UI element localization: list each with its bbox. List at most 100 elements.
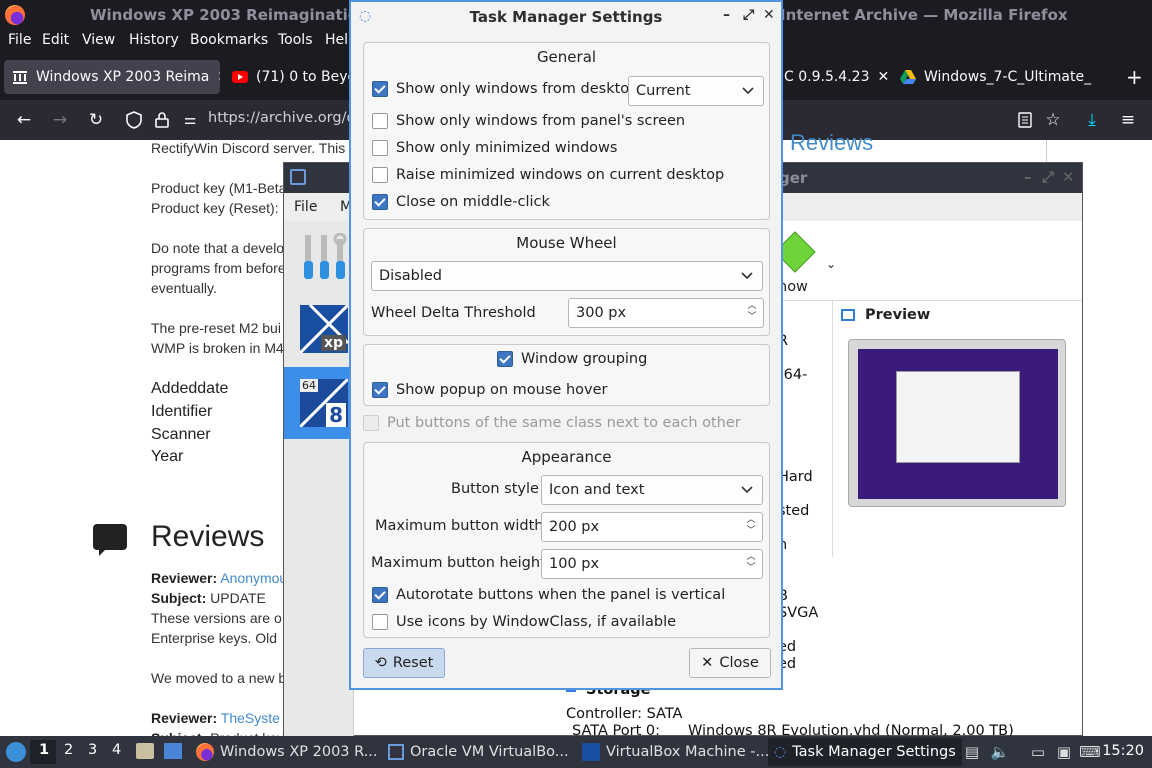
- review-body: We moved to a new b: [151, 670, 287, 686]
- max-width-label: Maximum button width: [375, 518, 544, 534]
- button-style-label: Button style: [451, 481, 539, 497]
- maximize-icon[interactable]: ⤢: [743, 7, 754, 23]
- keyboard-icon[interactable]: ⌨: [1079, 742, 1101, 762]
- task-task-manager-settings[interactable]: ◌ Task Manager Settings: [768, 738, 962, 766]
- lock-icon[interactable]: [150, 108, 174, 132]
- show-minimized-row[interactable]: Show only minimized windows: [372, 140, 617, 156]
- download-icon[interactable]: ⤓: [1080, 108, 1104, 132]
- spin-arrows-icon[interactable]: ︿ ﹀: [745, 301, 759, 325]
- workspace-3[interactable]: 3: [88, 742, 97, 758]
- window-grouping-label: Window grouping: [521, 351, 648, 367]
- workspace-1[interactable]: 1: [39, 742, 49, 758]
- close-icon[interactable]: ✕: [877, 69, 888, 85]
- tab-windows-xp[interactable]: Windows XP 2003 Reima ✕: [4, 60, 220, 94]
- autorotate-row[interactable]: Autorotate buttons when the panel is ver…: [372, 587, 725, 603]
- file-manager-icon[interactable]: [136, 743, 154, 759]
- youtube-icon: [232, 69, 248, 85]
- minimize-icon[interactable]: –: [1024, 168, 1032, 186]
- appearance-title: Appearance: [521, 448, 612, 466]
- mouse-wheel-combo[interactable]: Disabled: [371, 261, 763, 291]
- forward-arrow-icon[interactable]: →: [48, 108, 72, 132]
- autorotate-checkbox[interactable]: [372, 587, 388, 603]
- wheel-delta-spinbox[interactable]: 300 px ︿ ﹀: [568, 298, 764, 328]
- start-menu-icon[interactable]: [6, 742, 26, 762]
- url-bar[interactable]: https://archive.org/d: [208, 110, 356, 126]
- menu-view[interactable]: View: [82, 32, 115, 48]
- max-width-spinbox[interactable]: 200 px ︿ ﹀: [541, 512, 763, 542]
- reload-icon[interactable]: ↻: [84, 108, 108, 132]
- show-popup-checkbox[interactable]: [372, 382, 388, 398]
- tab-windows7[interactable]: Windows_7-C_Ultimate_: [892, 60, 1092, 94]
- description-line: RectifyWin Discord server. This: [151, 140, 346, 156]
- task-virtualbox-machine[interactable]: VirtualBox Machine -...: [576, 738, 775, 766]
- preview-setup-dialog: [896, 371, 1020, 463]
- undo-icon: ⟲: [374, 655, 387, 671]
- task-firefox[interactable]: Windows XP 2003 R...: [190, 738, 384, 766]
- shield-icon[interactable]: [122, 108, 146, 132]
- menu-edit[interactable]: Edit: [42, 32, 69, 48]
- autorotate-label: Autorotate buttons when the panel is ver…: [396, 587, 726, 603]
- max-height-spinbox[interactable]: 100 px ︿ ﹀: [541, 549, 763, 579]
- raise-minimized-row[interactable]: Raise minimized windows on current deskt…: [372, 167, 724, 183]
- menu-history[interactable]: History: [129, 32, 179, 48]
- menu-file[interactable]: File: [8, 32, 31, 48]
- hamburger-menu-icon[interactable]: ≡: [1116, 108, 1140, 132]
- show-only-desktop-checkbox[interactable]: [372, 81, 388, 97]
- tab-rectify[interactable]: C 0.9.5.4.23 ✕: [776, 60, 888, 94]
- show-popup-row[interactable]: Show popup on mouse hover: [372, 382, 607, 398]
- bookmark-star-icon[interactable]: ☆: [1041, 108, 1065, 132]
- reviews-link-top[interactable]: Reviews: [790, 130, 873, 156]
- tab-label: Windows XP 2003 Reima: [36, 69, 210, 85]
- close-middle-click-checkbox[interactable]: [372, 194, 388, 210]
- new-tab-button[interactable]: +: [1118, 60, 1148, 94]
- tab-youtube[interactable]: (71) 0 to Beyo: [224, 60, 354, 94]
- archive-icon: [12, 69, 28, 85]
- chevron-down-icon[interactable]: ⌄: [826, 257, 836, 271]
- tab-label: Windows_7-C_Ultimate_: [924, 69, 1092, 85]
- task-virtualbox-manager[interactable]: Oracle VM VirtualBo...: [382, 738, 575, 766]
- clipboard-icon[interactable]: ▤: [962, 742, 982, 762]
- show-only-desktop-row[interactable]: Show only windows from desktop: [372, 81, 638, 97]
- close-icon[interactable]: ✕: [763, 7, 775, 23]
- show-desktop-icon[interactable]: [164, 743, 182, 759]
- minimize-icon[interactable]: –: [723, 7, 730, 23]
- close-icon[interactable]: ✕: [1062, 168, 1075, 186]
- window-grouping-row[interactable]: Window grouping: [497, 351, 647, 367]
- permissions-icon[interactable]: ⚌: [178, 108, 202, 132]
- window-grouping-checkbox[interactable]: [497, 351, 513, 367]
- vm-list: xp 64 8: [284, 221, 354, 737]
- workspace-2[interactable]: 2: [64, 742, 73, 758]
- show-panel-screen-checkbox[interactable]: [372, 113, 388, 129]
- use-icons-checkbox[interactable]: [372, 614, 388, 630]
- button-style-combo[interactable]: Icon and text: [541, 475, 763, 505]
- use-icons-row[interactable]: Use icons by WindowClass, if available: [372, 614, 676, 630]
- network-icon[interactable]: ▣: [1054, 742, 1074, 762]
- workspace-4[interactable]: 4: [112, 742, 121, 758]
- vm-item-xp[interactable]: xp: [284, 293, 354, 365]
- vbox-menu-file[interactable]: File: [294, 199, 317, 215]
- raise-minimized-checkbox[interactable]: [372, 167, 388, 183]
- reader-view-icon[interactable]: [1013, 108, 1037, 132]
- back-arrow-icon[interactable]: ←: [12, 108, 36, 132]
- reset-button[interactable]: ⟲ Reset: [363, 648, 445, 678]
- volume-icon[interactable]: 🔈: [990, 742, 1010, 762]
- reviewer-link[interactable]: TheSyste: [221, 710, 280, 726]
- notes-icon[interactable]: ▭: [1028, 742, 1048, 762]
- show-minimized-checkbox[interactable]: [372, 140, 388, 156]
- close-middle-click-row[interactable]: Close on middle-click: [372, 194, 550, 210]
- menu-bookmarks[interactable]: Bookmarks: [190, 32, 268, 48]
- desktop-combo[interactable]: Current: [628, 76, 764, 106]
- tools-item[interactable]: [284, 221, 354, 293]
- show-panel-screen-row[interactable]: Show only windows from panel's screen: [372, 113, 685, 129]
- dialog-title: Task Manager Settings: [469, 8, 663, 26]
- vm-item-windows8[interactable]: 64 8: [284, 367, 354, 439]
- spin-arrows-icon[interactable]: ︿ ﹀: [744, 515, 758, 539]
- close-button[interactable]: ✕ Close: [689, 648, 771, 678]
- raise-minimized-label: Raise minimized windows on current deskt…: [396, 167, 725, 183]
- menu-tools[interactable]: Tools: [278, 32, 313, 48]
- close-icon[interactable]: ✕: [217, 69, 220, 85]
- maximize-icon[interactable]: ⤢: [1042, 168, 1054, 186]
- reviewer-link[interactable]: Anonymou: [220, 570, 287, 586]
- spin-arrows-icon[interactable]: ︿ ﹀: [744, 552, 758, 576]
- show-minimized-label: Show only minimized windows: [396, 140, 618, 156]
